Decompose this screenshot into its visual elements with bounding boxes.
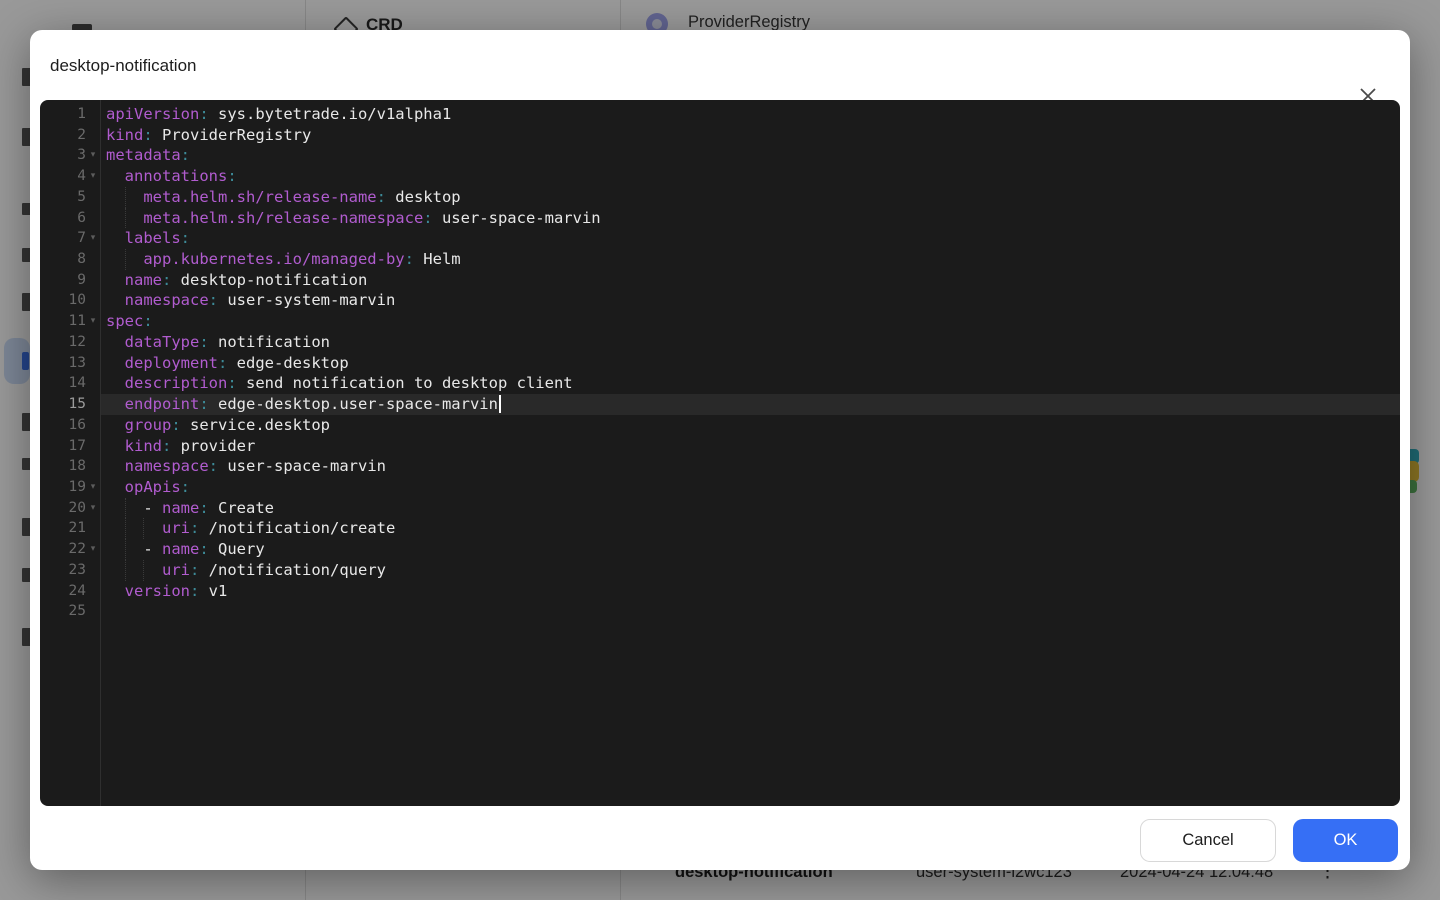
line-number: 17 xyxy=(40,436,100,457)
code-line[interactable]: spec: xyxy=(101,311,1400,332)
line-number: 19▾ xyxy=(40,477,100,498)
line-number: 2 xyxy=(40,125,100,146)
line-number: 14 xyxy=(40,373,100,394)
line-number: 15 xyxy=(40,394,100,415)
line-number: 12 xyxy=(40,332,100,353)
code-line[interactable]: - name: Query xyxy=(101,539,1400,560)
fold-chevron-down-icon[interactable]: ▾ xyxy=(86,228,100,249)
line-number: 9 xyxy=(40,270,100,291)
line-number: 20▾ xyxy=(40,498,100,519)
line-number: 3▾ xyxy=(40,145,100,166)
line-number: 22▾ xyxy=(40,539,100,560)
code-line[interactable]: uri: /notification/create xyxy=(101,518,1400,539)
code-line[interactable]: version: v1 xyxy=(101,581,1400,602)
code-line[interactable]: name: desktop-notification xyxy=(101,270,1400,291)
line-number: 8 xyxy=(40,249,100,270)
code-line[interactable]: endpoint: edge-desktop.user-space-marvin xyxy=(101,394,1400,415)
code-line[interactable]: namespace: user-system-marvin xyxy=(101,290,1400,311)
code-line[interactable]: deployment: edge-desktop xyxy=(101,353,1400,374)
line-number: 23 xyxy=(40,560,100,581)
line-number: 7▾ xyxy=(40,228,100,249)
line-number: 18 xyxy=(40,456,100,477)
line-number: 5 xyxy=(40,187,100,208)
editor-gutter: 123▾4▾567▾891011▾1213141516171819▾20▾212… xyxy=(40,100,101,806)
code-line[interactable]: meta.helm.sh/release-name: desktop xyxy=(101,187,1400,208)
fold-chevron-down-icon[interactable]: ▾ xyxy=(86,498,100,519)
line-number: 10 xyxy=(40,290,100,311)
code-line[interactable]: opApis: xyxy=(101,477,1400,498)
code-line[interactable] xyxy=(101,601,1400,622)
line-number: 25 xyxy=(40,601,100,622)
line-number: 13 xyxy=(40,353,100,374)
fold-chevron-down-icon[interactable]: ▾ xyxy=(86,311,100,332)
line-number: 1 xyxy=(40,104,100,125)
ok-button[interactable]: OK xyxy=(1293,819,1398,862)
code-line[interactable]: kind: provider xyxy=(101,436,1400,457)
code-line[interactable]: app.kubernetes.io/managed-by: Helm xyxy=(101,249,1400,270)
code-line[interactable]: metadata: xyxy=(101,145,1400,166)
line-number: 6 xyxy=(40,208,100,229)
fold-chevron-down-icon[interactable]: ▾ xyxy=(86,539,100,560)
line-number: 4▾ xyxy=(40,166,100,187)
fold-chevron-down-icon[interactable]: ▾ xyxy=(86,145,100,166)
line-number: 21 xyxy=(40,518,100,539)
line-number: 11▾ xyxy=(40,311,100,332)
code-line[interactable]: uri: /notification/query xyxy=(101,560,1400,581)
code-line[interactable]: annotations: xyxy=(101,166,1400,187)
line-number: 16 xyxy=(40,415,100,436)
code-line[interactable]: description: send notification to deskto… xyxy=(101,373,1400,394)
code-line[interactable]: dataType: notification xyxy=(101,332,1400,353)
code-line[interactable]: meta.helm.sh/release-namespace: user-spa… xyxy=(101,208,1400,229)
code-line[interactable]: kind: ProviderRegistry xyxy=(101,125,1400,146)
code-line[interactable]: apiVersion: sys.bytetrade.io/v1alpha1 xyxy=(101,104,1400,125)
editor-lines[interactable]: apiVersion: sys.bytetrade.io/v1alpha1kin… xyxy=(101,100,1400,806)
code-line[interactable]: group: service.desktop xyxy=(101,415,1400,436)
yaml-editor-modal: desktop-notification 123▾4▾567▾891011▾12… xyxy=(30,30,1410,870)
cancel-button[interactable]: Cancel xyxy=(1140,819,1276,862)
text-cursor xyxy=(499,395,501,413)
code-line[interactable]: - name: Create xyxy=(101,498,1400,519)
code-line[interactable]: labels: xyxy=(101,228,1400,249)
code-line[interactable]: namespace: user-space-marvin xyxy=(101,456,1400,477)
fold-chevron-down-icon[interactable]: ▾ xyxy=(86,477,100,498)
line-number: 24 xyxy=(40,581,100,602)
fold-chevron-down-icon[interactable]: ▾ xyxy=(86,166,100,187)
yaml-code-editor[interactable]: 123▾4▾567▾891011▾1213141516171819▾20▾212… xyxy=(40,100,1400,806)
modal-title: desktop-notification xyxy=(50,55,196,77)
